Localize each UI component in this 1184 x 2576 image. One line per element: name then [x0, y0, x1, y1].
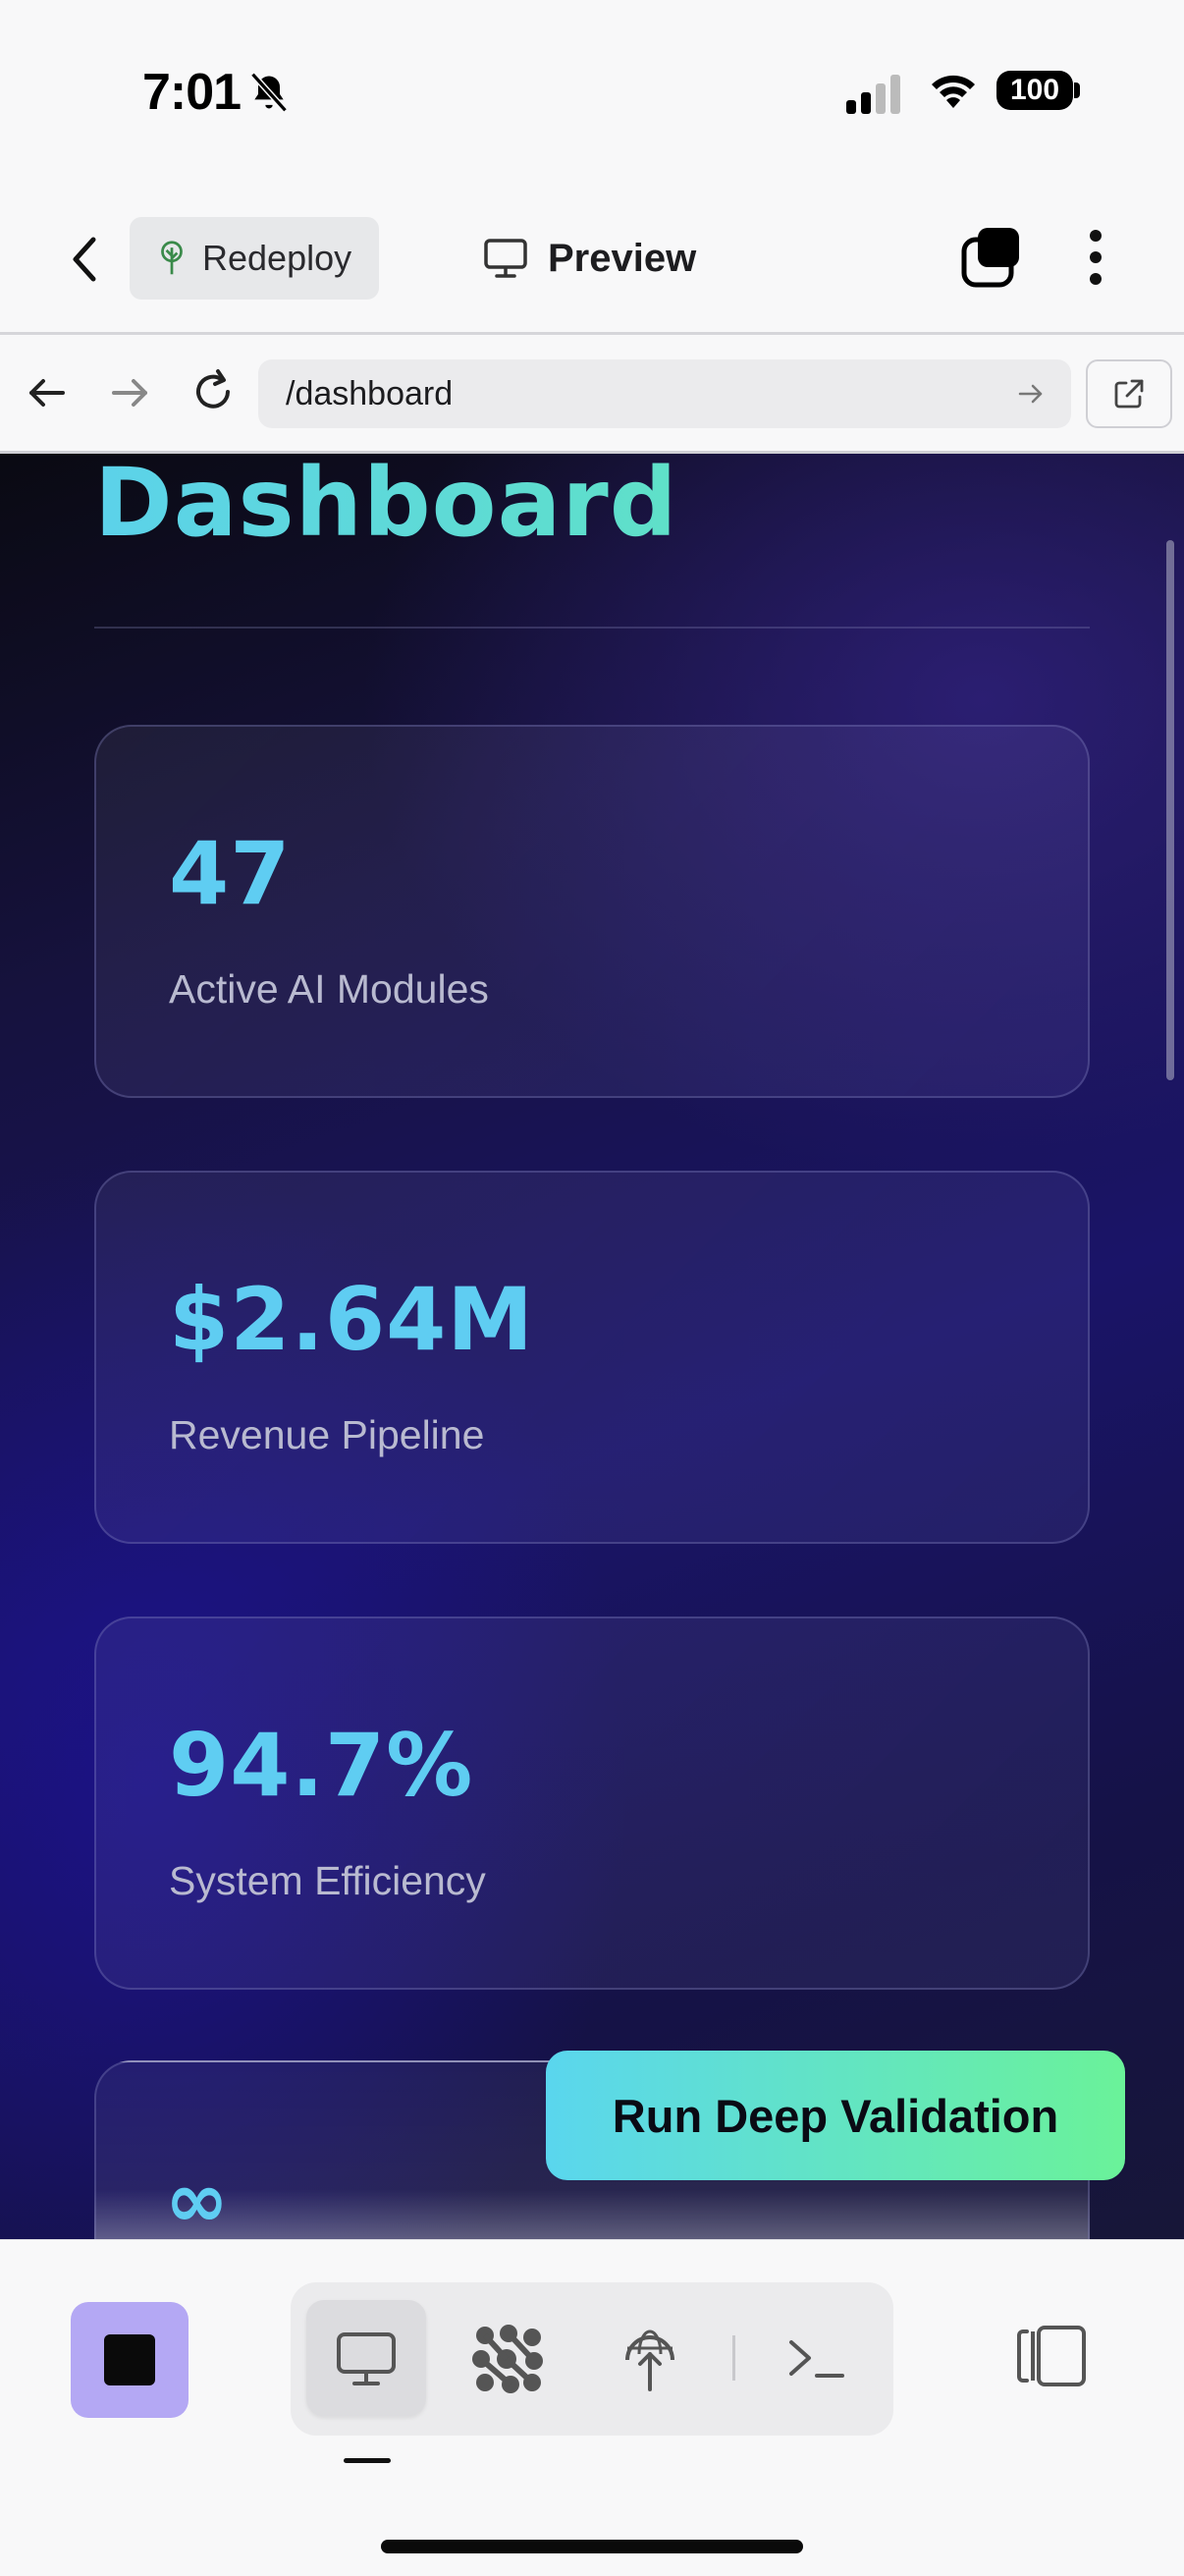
- redeploy-label: Redeploy: [202, 238, 352, 278]
- stat-card-active-modules: 47 Active AI Modules: [94, 725, 1090, 1098]
- terminal-icon: [789, 2340, 844, 2378]
- preview-tab[interactable]: Preview: [483, 227, 696, 290]
- sidebar-panel-icon: [1017, 2326, 1086, 2386]
- back-button[interactable]: [57, 228, 112, 291]
- go-arrow-icon[interactable]: [1016, 379, 1046, 409]
- page-title: Dashboard: [94, 454, 677, 558]
- chevron-left-icon: [73, 237, 96, 282]
- network-view-tab[interactable]: [459, 2310, 558, 2408]
- battery-indicator: 100: [996, 71, 1073, 110]
- home-indicator: [381, 2540, 803, 2553]
- url-value: /dashboard: [286, 374, 454, 412]
- reload-icon: [196, 369, 230, 409]
- more-options-button[interactable]: [1078, 228, 1113, 292]
- cellular-signal-icon: [846, 75, 903, 119]
- browser-forward-button[interactable]: [106, 369, 153, 421]
- redeploy-button[interactable]: Redeploy: [130, 217, 379, 300]
- monitor-icon: [337, 2332, 396, 2385]
- preview-view-tab[interactable]: [317, 2310, 415, 2408]
- stop-button[interactable]: [71, 2302, 188, 2418]
- stat-value: 47: [169, 823, 292, 924]
- vertical-dots-icon: [1090, 230, 1102, 285]
- tabs-stack-button[interactable]: [960, 226, 1021, 294]
- scrollbar[interactable]: [1166, 540, 1174, 1080]
- wifi-icon: [928, 69, 979, 115]
- toggle-panel-button[interactable]: [1011, 2320, 1094, 2399]
- stat-card-efficiency: 94.7% System Efficiency: [94, 1617, 1090, 1990]
- bell-slash-icon: [247, 71, 291, 119]
- deploy-view-tab[interactable]: [601, 2310, 699, 2408]
- stat-card-revenue: $2.64M Revenue Pipeline: [94, 1171, 1090, 1544]
- stop-icon: [104, 2334, 155, 2385]
- run-deep-validation-label: Run Deep Validation: [612, 2089, 1059, 2142]
- tree-icon: [161, 241, 183, 275]
- url-input[interactable]: /dashboard: [258, 359, 1071, 428]
- stat-label: Revenue Pipeline: [169, 1412, 485, 1457]
- monitor-icon: [484, 239, 527, 278]
- title-divider: [94, 627, 1090, 629]
- preview-viewport: Dashboard 47 Active AI Modules $2.64M Re…: [0, 454, 1184, 2239]
- run-deep-validation-button[interactable]: Run Deep Validation: [546, 2051, 1125, 2180]
- stat-value: ∞: [165, 2157, 229, 2239]
- arrow-left-icon: [29, 379, 65, 407]
- active-tab-indicator: [344, 2458, 391, 2463]
- globe-upload-icon: [625, 2329, 674, 2391]
- terminal-view-tab[interactable]: [767, 2310, 865, 2408]
- status-time: 7:01: [142, 64, 242, 121]
- browser-back-button[interactable]: [24, 369, 71, 421]
- arrow-right-icon: [112, 379, 147, 407]
- battery-cap: [1074, 82, 1080, 98]
- stat-value: 94.7%: [169, 1715, 474, 1816]
- stat-value: $2.64M: [169, 1269, 534, 1370]
- stat-label: System Efficiency: [169, 1858, 486, 1903]
- reload-button[interactable]: [188, 367, 238, 421]
- preview-label: Preview: [548, 236, 697, 280]
- network-icon: [472, 2325, 543, 2393]
- open-external-button[interactable]: [1086, 359, 1172, 428]
- stat-label: Active AI Modules: [169, 966, 489, 1012]
- tabs-stack-icon: [961, 228, 1019, 288]
- toolbar-separator: [732, 2335, 735, 2381]
- external-link-icon: [1114, 379, 1144, 409]
